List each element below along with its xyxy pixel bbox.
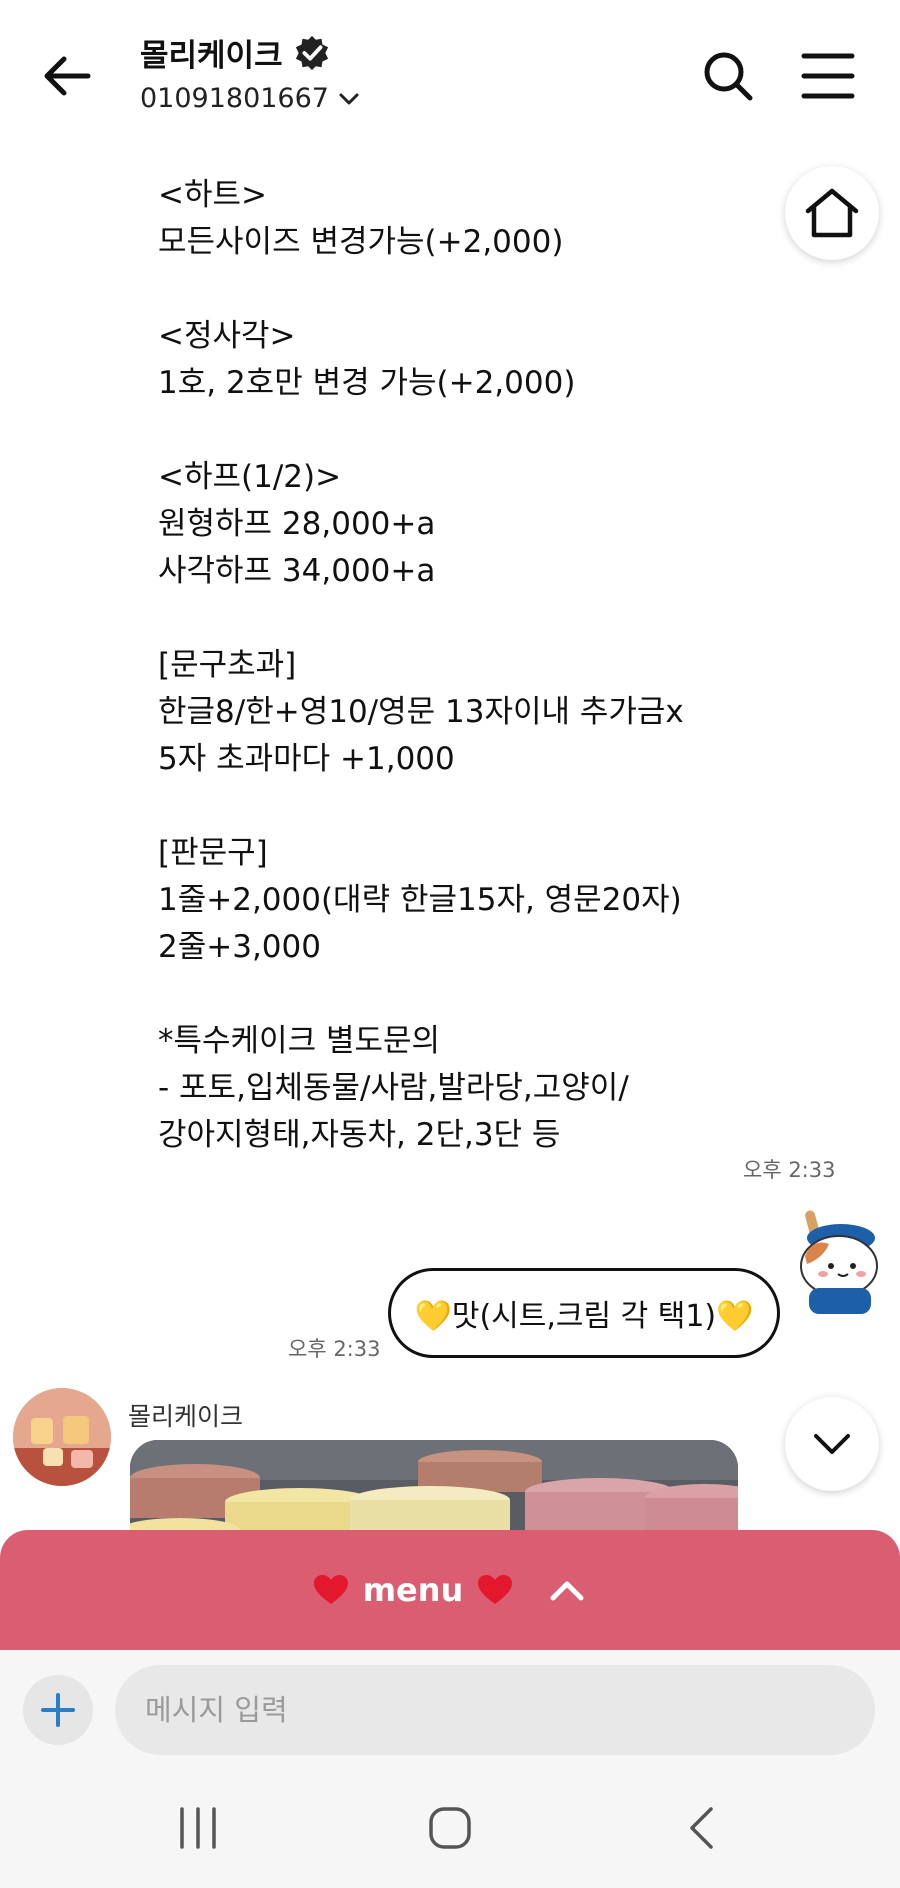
chat-title-area[interactable]: 몰리케이크 01091801667 <box>140 30 361 114</box>
attach-button[interactable] <box>23 1675 93 1745</box>
sent-message-bubble[interactable]: 💛맛(시트,크림 각 택1)💛 <box>388 1268 780 1358</box>
message-line: 1줄+2,000(대략 한글15자, 영문20자) <box>158 882 682 918</box>
mascot-sticker <box>800 1210 878 1314</box>
recents-icon[interactable] <box>178 1805 218 1851</box>
message-line <box>158 971 758 1018</box>
search-button[interactable] <box>700 48 756 104</box>
message-line <box>158 407 758 454</box>
message-line: - 포토,입체동물/사람,발라당,고양이/ <box>158 1070 629 1106</box>
sent-message-text: 💛맛(시트,크림 각 택1)💛 <box>414 1299 754 1334</box>
message-line: 2줄+3,000 <box>158 929 321 965</box>
menu-button[interactable] <box>800 50 856 102</box>
notice-message: <하트> 모든사이즈 변경가능(+2,000) <정사각> 1호, 2호만 변경… <box>158 172 758 1159</box>
scroll-down-button[interactable] <box>785 1397 879 1491</box>
phone-number: 01091801667 <box>140 83 329 114</box>
message-line <box>158 595 758 642</box>
cake-sheets-image <box>130 1440 738 1540</box>
message-line: 강아지형태,자동차, 2단,3단 등 <box>158 1117 561 1153</box>
phone-dropdown[interactable]: 01091801667 <box>140 83 361 114</box>
heart-icon <box>313 1575 348 1604</box>
message-line: 모든사이즈 변경가능(+2,000) <box>158 224 564 260</box>
hamburger-icon <box>801 53 855 99</box>
menu-bar-button[interactable]: menu <box>0 1530 900 1650</box>
message-line: 5자 초과마다 +1,000 <box>158 741 455 777</box>
search-icon <box>704 52 753 101</box>
system-nav-bar <box>0 1770 900 1888</box>
arrow-left-icon <box>44 56 91 96</box>
sender-name: 몰리케이크 <box>128 1402 244 1431</box>
message-timestamp: 오후 2:33 <box>288 1337 381 1361</box>
message-line <box>158 266 758 313</box>
message-line: [문구초과] <box>158 647 297 683</box>
message-input-area <box>0 1650 900 1770</box>
message-timestamp: 오후 2:33 <box>743 1158 836 1182</box>
message-line: 1호, 2호만 변경 가능(+2,000) <box>158 365 576 401</box>
chevron-down-icon <box>814 1434 850 1454</box>
back-button[interactable] <box>38 46 98 106</box>
chevron-down-icon <box>339 93 359 104</box>
chat-header: 몰리케이크 01091801667 <box>0 0 900 150</box>
message-input[interactable] <box>115 1665 875 1755</box>
heart-icon <box>478 1575 513 1604</box>
home-button[interactable] <box>785 166 879 260</box>
message-line <box>158 783 758 830</box>
message-line: 한글8/한+영10/영문 13자이내 추가금x <box>158 694 684 730</box>
verified-badge-icon <box>295 35 328 70</box>
message-line: 원형하프 28,000+a <box>158 506 436 542</box>
sender-avatar[interactable] <box>13 1388 111 1486</box>
chat-title: 몰리케이크 <box>140 38 283 74</box>
home-icon <box>805 188 859 238</box>
home-nav-icon[interactable] <box>428 1805 472 1851</box>
avatar-image <box>13 1388 111 1486</box>
message-line: <하트> <box>158 177 267 213</box>
plus-icon <box>41 1693 75 1727</box>
message-line: <하프(1/2)> <box>158 459 342 495</box>
chevron-up-icon <box>550 1581 584 1601</box>
back-nav-icon[interactable] <box>686 1805 716 1851</box>
received-photo[interactable] <box>130 1440 738 1540</box>
message-line: [판문구] <box>158 835 268 871</box>
message-line: *특수케이크 별도문의 <box>158 1023 441 1059</box>
message-line: 사각하프 34,000+a <box>158 553 436 589</box>
message-line: <정사각> <box>158 318 296 354</box>
menu-label: menu <box>362 1571 464 1609</box>
